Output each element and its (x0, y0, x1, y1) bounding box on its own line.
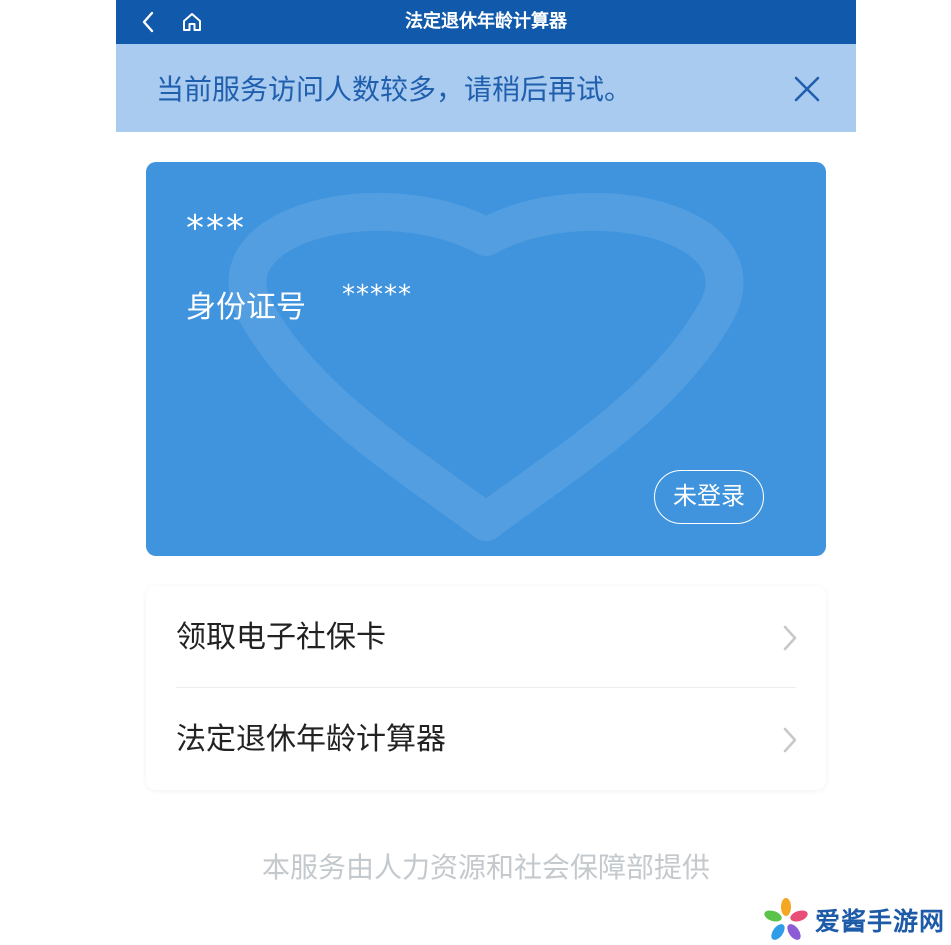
menu-item-retirement-calculator[interactable]: 法定退休年龄计算器 (146, 688, 826, 790)
id-number-label: 身份证号 (186, 290, 306, 325)
page-title: 法定退休年龄计算器 (405, 11, 567, 32)
pinwheel-logo-icon (764, 898, 808, 940)
notice-text: 当前服务访问人数较多，请稍后再试。 (156, 73, 633, 106)
app-screen: 法定退休年龄计算器 当前服务访问人数较多，请稍后再试。 *** 身份证号 ***… (116, 0, 856, 945)
menu-item-label: 法定退休年龄计算器 (176, 722, 446, 757)
close-notice-button[interactable] (792, 74, 822, 104)
chevron-right-icon (783, 727, 797, 753)
service-menu: 领取电子社保卡 法定退休年龄计算器 (146, 586, 826, 790)
site-watermark-text: 爱酱手游网 (815, 907, 946, 936)
card-holder-name: *** (186, 208, 246, 249)
login-status-button[interactable]: 未登录 (654, 470, 764, 524)
social-security-card: *** 身份证号 ***** 未登录 (146, 162, 826, 556)
notice-banner: 当前服务访问人数较多，请稍后再试。 (116, 44, 856, 132)
menu-item-label: 领取电子社保卡 (176, 620, 386, 655)
menu-item-get-e-card[interactable]: 领取电子社保卡 (146, 586, 826, 688)
id-number-value: ***** (342, 280, 412, 310)
chevron-right-icon (783, 625, 797, 651)
close-icon (794, 76, 820, 102)
top-nav-bar: 法定退休年龄计算器 (116, 0, 856, 44)
provider-footer: 本服务由人力资源和社会保障部提供 (261, 851, 710, 884)
site-watermark: 爱酱手游网 (763, 895, 951, 945)
